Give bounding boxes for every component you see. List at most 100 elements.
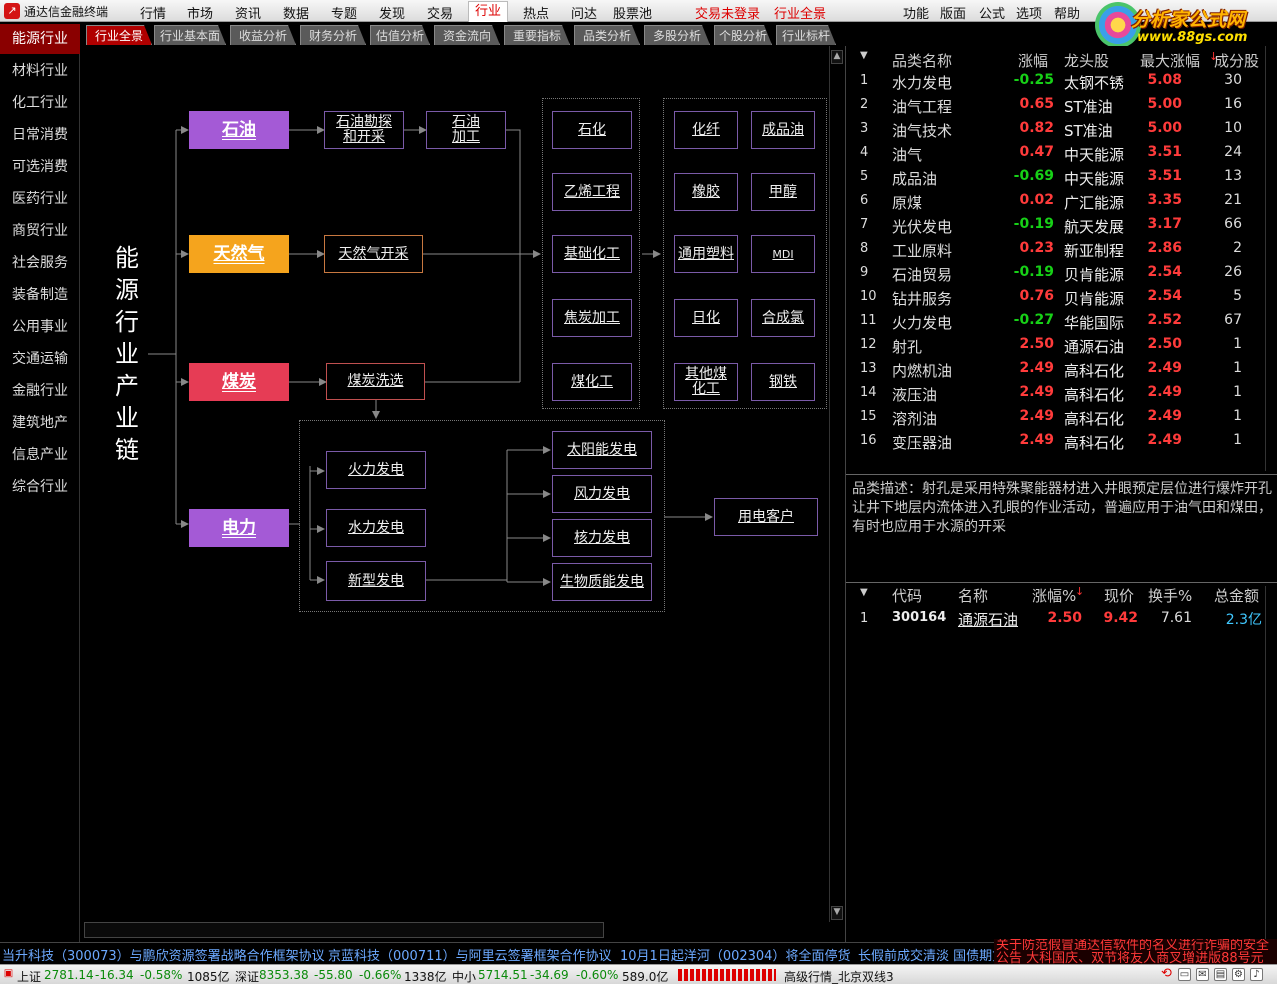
node-oil-refining[interactable]: 石油加工 [426,111,506,149]
sidebar-item-medical[interactable]: 医药行业 [0,184,80,214]
node-daily-chemicals[interactable]: 日化 [674,299,738,337]
sidebar-item-energy[interactable]: 能源行业 [0,24,80,54]
node-mdi[interactable]: MDI [751,235,815,273]
node-synthetic-ammonia[interactable]: 合成氯 [751,299,815,337]
node-chemical-fiber[interactable]: 化纤 [674,111,738,149]
node-wind-power[interactable]: 风力发电 [552,475,652,513]
sidebar-item-composite[interactable]: 综合行业 [0,472,80,502]
node-oil-exploration[interactable]: 石油勘探和开采 [324,111,404,149]
source-gas[interactable]: 天然气 [189,235,289,273]
tab-key-metrics[interactable]: 重要指标 [504,25,570,45]
tab-valuation[interactable]: 估值分析 [370,25,430,45]
node-basic-chemicals[interactable]: 基础化工 [552,235,632,273]
scroll-up-icon[interactable]: ▲ [831,50,843,64]
sidebar-item-real-estate[interactable]: 建筑地产 [0,408,80,438]
tab-benchmark[interactable]: 行业标杆 [776,25,836,45]
col-header-stock-change[interactable]: 涨幅% [1032,585,1076,606]
tab-capital-flow[interactable]: 资金流向 [434,25,500,45]
menu-item-hot[interactable]: 热点 [523,3,549,22]
node-coke-processing[interactable]: 焦炭加工 [552,299,632,337]
menu-item-industry[interactable]: 行业 [468,1,509,22]
col-header-category-name[interactable]: 品类名称 [892,50,952,71]
sme-index-label[interactable]: 中小 [452,968,476,984]
source-oil[interactable]: 石油 [189,111,289,149]
settings-icon[interactable]: ⚙ [1232,968,1245,981]
sidebar-item-transport[interactable]: 交通运输 [0,344,80,374]
node-hydro-power[interactable]: 水力发电 [326,509,426,547]
node-gas-extraction[interactable]: 天然气开采 [324,235,423,273]
node-biomass-power[interactable]: 生物质能发电 [552,563,652,601]
sidebar-item-optional-consumer[interactable]: 可选消费 [0,152,80,182]
diagram-vertical-scrollbar[interactable]: ▲ ▼ [829,46,843,922]
node-other-coal-chemical[interactable]: 其他煤化工 [674,363,738,401]
menu-item-data[interactable]: 数据 [283,3,309,22]
sidebar-item-commerce[interactable]: 商贸行业 [0,216,80,246]
tab-single-stock[interactable]: 个股分析 [714,25,772,45]
tab-fundamentals[interactable]: 行业基本面 [154,25,226,45]
menu-item-quotes[interactable]: 行情 [140,3,166,22]
refresh-icon[interactable]: ⟲ [1160,967,1173,981]
node-rubber[interactable]: 橡胶 [674,173,738,211]
menu-item-discover[interactable]: 发现 [379,3,405,22]
menu-item-trade[interactable]: 交易 [427,3,453,22]
sidebar-item-utilities[interactable]: 公用事业 [0,312,80,342]
menu-item-options[interactable]: 选项 [1016,3,1042,22]
menu-item-topics[interactable]: 专题 [331,3,357,22]
menu-item-formula[interactable]: 公式 [979,3,1005,22]
diagram-horizontal-scrollbar[interactable] [84,922,604,938]
col-header-max-rise[interactable]: 最大涨幅 [1140,50,1200,71]
news-item[interactable]: 长假前成交清淡 国债期货 [858,945,1005,964]
col-header-code[interactable]: 代码 [892,585,922,606]
col-header-amount[interactable]: 总金额 [1214,585,1259,606]
node-coal-washing[interactable]: 煤炭洗选 [326,363,425,400]
tab-category-analysis[interactable]: 品类分析 [574,25,640,45]
node-coal-chemical[interactable]: 煤化工 [552,363,632,401]
stock-sort-toggle-icon[interactable]: ▼ [860,587,868,598]
sidebar-item-equipment[interactable]: 装备制造 [0,280,80,310]
category-table-scrollbar[interactable] [1265,46,1277,471]
news-item[interactable]: 京蓝科技（000711）与阿里云签署框架合作协议 [328,945,612,964]
sidebar-item-daily-consumer[interactable]: 日常消费 [0,120,80,150]
node-thermal-power[interactable]: 火力发电 [326,451,426,489]
col-header-turnover[interactable]: 换手% [1148,585,1192,606]
news-item[interactable]: 10月1日起洋河（002304）将全面停货 [620,945,850,964]
stock-name[interactable]: 通源石油 [958,609,1018,630]
node-general-plastics[interactable]: 通用塑料 [674,235,738,273]
menu-item-news[interactable]: 资讯 [235,3,261,22]
col-header-change[interactable]: 涨幅 [1018,50,1048,71]
trade-login-status[interactable]: 交易未登录 [695,3,760,22]
menu-item-market[interactable]: 市场 [187,3,213,22]
menu-item-function[interactable]: 功能 [903,3,929,22]
scroll-down-icon[interactable]: ▼ [831,906,843,920]
sidebar-item-finance[interactable]: 金融行业 [0,376,80,406]
source-power[interactable]: 电力 [189,509,289,547]
source-coal[interactable]: 煤炭 [189,363,289,401]
node-solar-power[interactable]: 太阳能发电 [552,431,652,469]
node-nuclear-power[interactable]: 核力发电 [552,519,652,557]
menu-item-help[interactable]: 帮助 [1054,3,1080,22]
node-methanol[interactable]: 甲醇 [751,173,815,211]
mail-icon[interactable]: ✉ [1196,968,1209,981]
col-header-stock-name[interactable]: 名称 [958,585,988,606]
col-header-price[interactable]: 现价 [1104,585,1134,606]
window-icon[interactable]: ▭ [1178,968,1191,981]
node-power-consumer[interactable]: 用电客户 [714,498,818,536]
news-item[interactable]: 当升科技（300073）与鹏欣资源签署战略合作框架协议 [2,945,325,964]
tab-returns[interactable]: 收益分析 [230,25,296,45]
stock-table-scrollbar[interactable] [1265,586,1277,942]
sidebar-item-chemicals[interactable]: 化工行业 [0,88,80,118]
menu-item-layout[interactable]: 版面 [940,3,966,22]
chart-icon[interactable]: ▤ [1214,968,1227,981]
sort-toggle-icon[interactable]: ▼ [860,50,868,61]
sidebar-item-it[interactable]: 信息产业 [0,440,80,470]
security-notice[interactable]: 关于防范假冒通达信软件的名义进行诈骗的安全公告 大科国庆、双节将友人商叉增进版8… [994,939,1277,965]
sz-index-label[interactable]: 深证 [235,968,259,984]
sound-icon[interactable]: ♪ [1250,968,1263,981]
tab-financials[interactable]: 财务分析 [300,25,366,45]
menu-item-ask[interactable]: 问达 [571,3,597,22]
node-refined-oil[interactable]: 成品油 [751,111,815,149]
sidebar-item-materials[interactable]: 材料行业 [0,56,80,86]
sh-index-label[interactable]: 上证 [17,968,41,984]
node-steel[interactable]: 钢铁 [751,363,815,401]
tab-panorama[interactable]: 行业全景 [86,25,152,45]
